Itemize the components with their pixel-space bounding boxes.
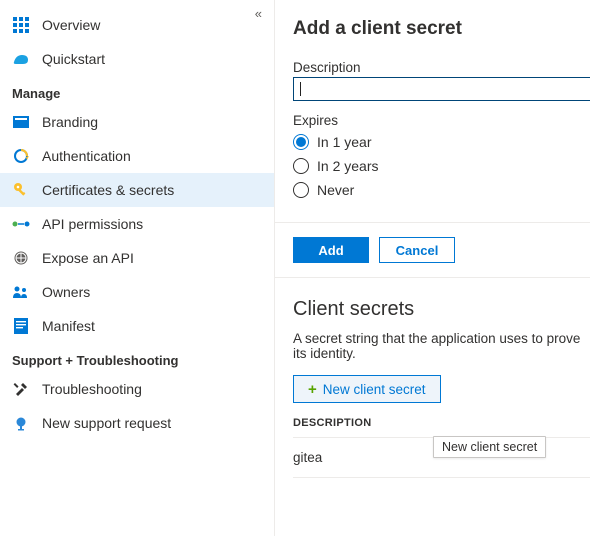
overview-icon: [12, 16, 30, 34]
section-description: A secret string that the application use…: [293, 331, 590, 361]
plus-icon: +: [308, 381, 317, 398]
pane-title: Add a client secret: [293, 18, 590, 40]
tooltip: New client secret: [433, 436, 546, 458]
description-input[interactable]: [293, 77, 590, 101]
owners-icon: [12, 283, 30, 301]
sidebar-label: Manifest: [42, 318, 95, 334]
row-description: gitea: [293, 450, 322, 465]
authentication-icon: [12, 147, 30, 165]
cancel-button[interactable]: Cancel: [379, 237, 455, 263]
col-description: Description: [293, 417, 371, 429]
branding-icon: [12, 113, 30, 131]
add-button[interactable]: Add: [293, 237, 369, 263]
sidebar-item-expose-api[interactable]: Expose an API: [0, 241, 274, 275]
sidebar-label: New support request: [42, 415, 171, 431]
sidebar-label: Authentication: [42, 148, 131, 164]
sidebar: « Overview Quickstart Manage Branding Au…: [0, 0, 275, 536]
expires-option-never[interactable]: Never: [293, 178, 590, 202]
radio-icon: [293, 158, 309, 174]
sidebar-label: Owners: [42, 284, 90, 300]
section-heading: Client secrets: [293, 298, 590, 321]
expires-option-2-years[interactable]: In 2 years: [293, 154, 590, 178]
manifest-icon: [12, 317, 30, 335]
sidebar-item-quickstart[interactable]: Quickstart: [0, 42, 274, 76]
new-client-secret-label: New client secret: [323, 382, 426, 397]
button-bar: Add Cancel: [275, 223, 590, 278]
sidebar-item-new-support-request[interactable]: New support request: [0, 406, 274, 440]
sidebar-item-troubleshooting[interactable]: Troubleshooting: [0, 372, 274, 406]
quickstart-icon: [12, 50, 30, 68]
expose-api-icon: [12, 249, 30, 267]
group-header-manage: Manage: [0, 76, 274, 105]
sidebar-item-certificates-secrets[interactable]: Certificates & secrets: [0, 173, 274, 207]
expires-label: Expires: [293, 113, 590, 128]
main-content: Add a client secret Description Expires …: [275, 0, 590, 536]
sidebar-item-api-permissions[interactable]: API permissions: [0, 207, 274, 241]
radio-icon: [293, 182, 309, 198]
description-label: Description: [293, 60, 590, 75]
sidebar-label: Expose an API: [42, 250, 134, 266]
sidebar-label: Troubleshooting: [42, 381, 142, 397]
expires-option-1-year[interactable]: In 1 year: [293, 130, 590, 154]
sidebar-item-owners[interactable]: Owners: [0, 275, 274, 309]
sidebar-item-branding[interactable]: Branding: [0, 105, 274, 139]
group-header-support: Support + Troubleshooting: [0, 343, 274, 372]
sidebar-label: Certificates & secrets: [42, 182, 174, 198]
sidebar-label: Quickstart: [42, 51, 105, 67]
add-client-secret-pane: Add a client secret Description Expires …: [275, 0, 590, 223]
sidebar-item-manifest[interactable]: Manifest: [0, 309, 274, 343]
sidebar-label: API permissions: [42, 216, 143, 232]
new-client-secret-button[interactable]: + New client secret: [293, 375, 441, 403]
support-icon: [12, 414, 30, 432]
collapse-icon[interactable]: «: [255, 6, 262, 21]
radio-icon: [293, 134, 309, 150]
radio-label: Never: [317, 182, 354, 198]
troubleshooting-icon: [12, 380, 30, 398]
radio-label: In 2 years: [317, 158, 378, 174]
api-permissions-icon: [12, 215, 30, 233]
radio-label: In 1 year: [317, 134, 371, 150]
sidebar-label: Branding: [42, 114, 98, 130]
sidebar-item-authentication[interactable]: Authentication: [0, 139, 274, 173]
sidebar-label: Overview: [42, 17, 100, 33]
sidebar-item-overview[interactable]: Overview: [0, 8, 274, 42]
key-icon: [12, 181, 30, 199]
